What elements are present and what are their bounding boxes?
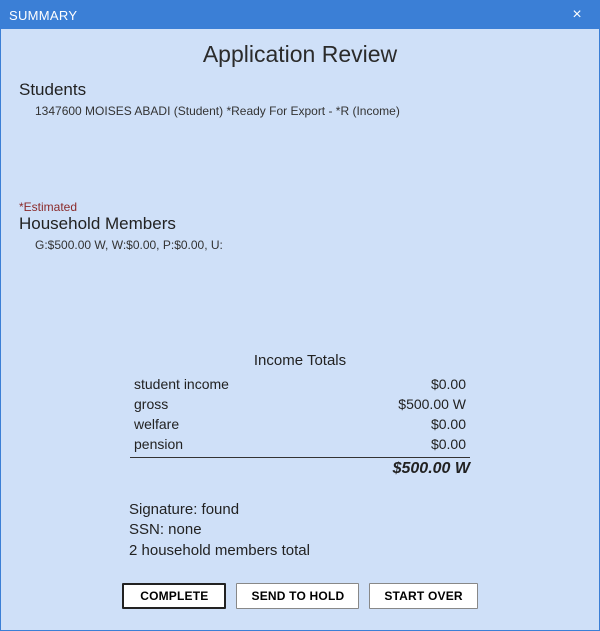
window-body: Application Review Students 1347600 MOIS… bbox=[1, 29, 599, 630]
students-section: Students 1347600 MOISES ABADI (Student) … bbox=[19, 80, 581, 118]
action-button-row: COMPLETE SEND TO HOLD START OVER bbox=[19, 583, 581, 609]
table-row: student income $0.00 bbox=[132, 375, 468, 393]
income-row-value: $500.00 W bbox=[328, 395, 468, 413]
income-row-value: $0.00 bbox=[328, 435, 468, 453]
estimated-label: *Estimated bbox=[19, 200, 581, 214]
income-grand-total: $500.00 W bbox=[130, 460, 470, 478]
table-row: pension $0.00 bbox=[132, 435, 468, 453]
income-totals-heading: Income Totals bbox=[130, 352, 470, 369]
send-to-hold-button[interactable]: SEND TO HOLD bbox=[236, 583, 359, 609]
start-over-button[interactable]: START OVER bbox=[369, 583, 477, 609]
students-heading: Students bbox=[19, 80, 581, 100]
income-row-label: student income bbox=[132, 375, 326, 393]
close-icon[interactable]: × bbox=[563, 3, 591, 27]
income-row-value: $0.00 bbox=[328, 375, 468, 393]
income-row-label: welfare bbox=[132, 415, 326, 433]
window-title: SUMMARY bbox=[9, 8, 563, 23]
signature-status: Signature: found bbox=[129, 500, 581, 520]
household-count: 2 household members total bbox=[129, 541, 581, 561]
income-row-value: $0.00 bbox=[328, 415, 468, 433]
income-row-label: pension bbox=[132, 435, 326, 453]
table-row: welfare $0.00 bbox=[132, 415, 468, 433]
student-line: 1347600 MOISES ABADI (Student) *Ready Fo… bbox=[35, 104, 581, 118]
ssn-status: SSN: none bbox=[129, 520, 581, 540]
income-totals-block: Income Totals student income $0.00 gross… bbox=[130, 352, 470, 478]
totals-separator bbox=[130, 457, 470, 458]
table-row: gross $500.00 W bbox=[132, 395, 468, 413]
page-title: Application Review bbox=[19, 41, 581, 68]
household-line: G:$500.00 W, W:$0.00, P:$0.00, U: bbox=[35, 238, 581, 252]
meta-block: Signature: found SSN: none 2 household m… bbox=[129, 500, 581, 561]
titlebar: SUMMARY × bbox=[1, 1, 599, 29]
income-totals-table: student income $0.00 gross $500.00 W wel… bbox=[130, 373, 470, 455]
household-heading: Household Members bbox=[19, 214, 581, 234]
summary-window: SUMMARY × Application Review Students 13… bbox=[0, 0, 600, 631]
income-row-label: gross bbox=[132, 395, 326, 413]
complete-button[interactable]: COMPLETE bbox=[122, 583, 226, 609]
